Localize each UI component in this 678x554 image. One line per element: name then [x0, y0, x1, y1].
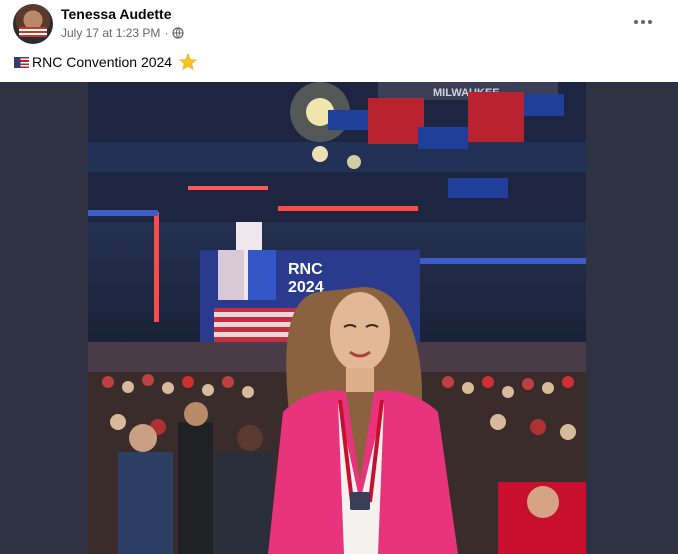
- globe-icon[interactable]: [172, 27, 184, 39]
- more-options-button[interactable]: [626, 8, 660, 36]
- post-timestamp[interactable]: July 17 at 1:23 PM: [61, 26, 160, 40]
- more-horizontal-icon: [634, 20, 638, 24]
- photo-frame: MILWAUKEE RNC 2024: [0, 82, 678, 554]
- post-photo[interactable]: MILWAUKEE RNC 2024: [88, 82, 586, 554]
- us-flag-emoji: [14, 56, 29, 68]
- author-name[interactable]: Tenessa Audette: [61, 6, 171, 22]
- stage-sign-line1: RNC: [288, 261, 323, 278]
- avatar[interactable]: [13, 4, 53, 44]
- post-meta: July 17 at 1:23 PM ·: [61, 26, 184, 40]
- caption-text: RNC Convention 2024: [32, 54, 173, 70]
- post-caption: RNC Convention 2024: [14, 53, 198, 71]
- post-header: Tenessa Audette July 17 at 1:23 PM · RNC…: [0, 0, 678, 82]
- convention-scene: MILWAUKEE RNC 2024: [88, 82, 586, 554]
- avatar-flag: [19, 27, 47, 37]
- star-emoji: [179, 53, 198, 71]
- meta-separator: ·: [164, 26, 169, 40]
